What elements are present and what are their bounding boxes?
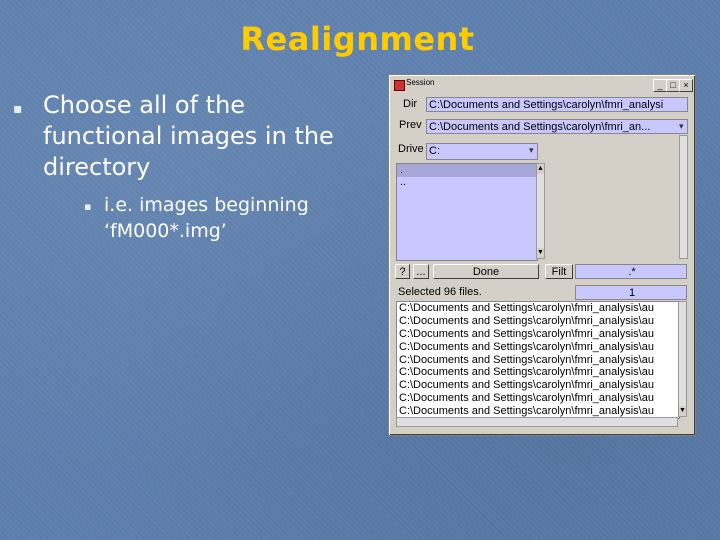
file-selector-window: Session _ □ × Dir C:\Documents and Setti… (388, 74, 696, 436)
dir-field[interactable]: C:\Documents and Settings\carolyn\fmri_a… (426, 97, 688, 112)
maximize-icon[interactable]: □ (666, 79, 680, 92)
bullet-square-icon: ▪ (84, 200, 92, 213)
prev-value: C:\Documents and Settings\carolyn\fmri_a… (429, 121, 651, 133)
bullet-sub-text: i.e. images beginning ‘fM000*.img’ (104, 194, 309, 242)
files-horizontal-scrollbar[interactable] (396, 417, 678, 427)
bullet-main-text: Choose all of the functional images in t… (43, 91, 334, 181)
close-icon[interactable]: × (679, 79, 693, 92)
count-field[interactable]: 1 (575, 285, 687, 300)
list-item[interactable]: C:\Documents and Settings\carolyn\fmri_a… (397, 302, 679, 315)
list-item[interactable]: .. (397, 177, 537, 189)
done-button[interactable]: Done (433, 264, 539, 279)
app-icon (394, 80, 405, 91)
list-item[interactable]: C:\Documents and Settings\carolyn\fmri_a… (397, 328, 679, 341)
list-item[interactable]: C:\Documents and Settings\carolyn\fmri_a… (397, 366, 679, 379)
help-button[interactable]: ? (395, 264, 410, 279)
prev-dropdown[interactable]: C:\Documents and Settings\carolyn\fmri_a… (426, 119, 688, 134)
browse-button[interactable]: ... (413, 264, 429, 279)
chevron-down-icon[interactable]: ▾ (679, 121, 684, 132)
directory-scrollbar[interactable]: ▲ ▼ (536, 163, 545, 259)
prev-label: Prev (399, 119, 422, 131)
list-item[interactable]: C:\Documents and Settings\carolyn\fmri_a… (397, 379, 679, 392)
bullet-main: ▪ Choose all of the functional images in… (13, 90, 343, 183)
files-scrollbar[interactable]: ▼ (678, 301, 687, 417)
scroll-down-icon[interactable]: ▼ (537, 248, 544, 258)
filter-field[interactable]: .* (575, 264, 687, 279)
chevron-down-icon[interactable]: ▾ (529, 145, 534, 156)
drive-value: C: (429, 145, 440, 157)
dir-label: Dir (403, 98, 418, 110)
list-item[interactable]: C:\Documents and Settings\carolyn\fmri_a… (397, 354, 679, 367)
bullet-sub: ▪ i.e. images beginning ‘fM000*.img’ (84, 192, 364, 244)
window-titlebar: Session _ □ × (391, 77, 693, 92)
bullet-square-icon: ▪ (13, 101, 23, 117)
list-item[interactable]: C:\Documents and Settings\carolyn\fmri_a… (397, 392, 679, 405)
list-item[interactable]: C:\Documents and Settings\carolyn\fmri_a… (397, 341, 679, 354)
status-text: Selected 96 files. (395, 285, 578, 300)
list-item[interactable]: . (397, 164, 537, 177)
filter-button[interactable]: Filt (545, 264, 573, 279)
drive-label: Drive (398, 143, 424, 155)
minimize-icon[interactable]: _ (653, 79, 667, 92)
list-item[interactable]: C:\Documents and Settings\carolyn\fmri_a… (397, 315, 679, 328)
scroll-down-icon[interactable]: ▼ (679, 406, 686, 416)
drive-dropdown[interactable]: C: (426, 143, 538, 160)
right-scrollbar[interactable] (679, 135, 688, 259)
directory-list[interactable]: . .. (396, 163, 538, 261)
window-title: Session (406, 78, 435, 87)
slide-title: Realignment (240, 20, 475, 58)
scroll-up-icon[interactable]: ▲ (537, 164, 544, 174)
selected-files-list[interactable]: C:\Documents and Settings\carolyn\fmri_a… (396, 301, 680, 419)
